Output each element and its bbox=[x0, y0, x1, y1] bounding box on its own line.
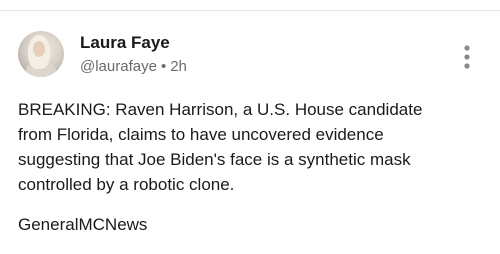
post-source-text: GeneralMCNews bbox=[18, 215, 148, 234]
author-handle[interactable]: @laurafaye bbox=[80, 58, 157, 75]
post-meta: @laurafaye • 2h bbox=[80, 58, 187, 76]
avatar-face-shape bbox=[33, 41, 45, 57]
meta-separator: • bbox=[160, 58, 167, 75]
author-name[interactable]: Laura Faye bbox=[80, 33, 170, 53]
post-time: 2h bbox=[170, 58, 187, 75]
post-card: Laura Faye @laurafaye • 2h BREAKING: Raven… bbox=[0, 11, 500, 254]
post-body-text: BREAKING: Raven Harrison, a U.S. House c… bbox=[18, 100, 423, 194]
avatar[interactable] bbox=[18, 31, 64, 77]
more-vertical-icon bbox=[464, 45, 470, 69]
more-options-button[interactable] bbox=[458, 44, 476, 70]
